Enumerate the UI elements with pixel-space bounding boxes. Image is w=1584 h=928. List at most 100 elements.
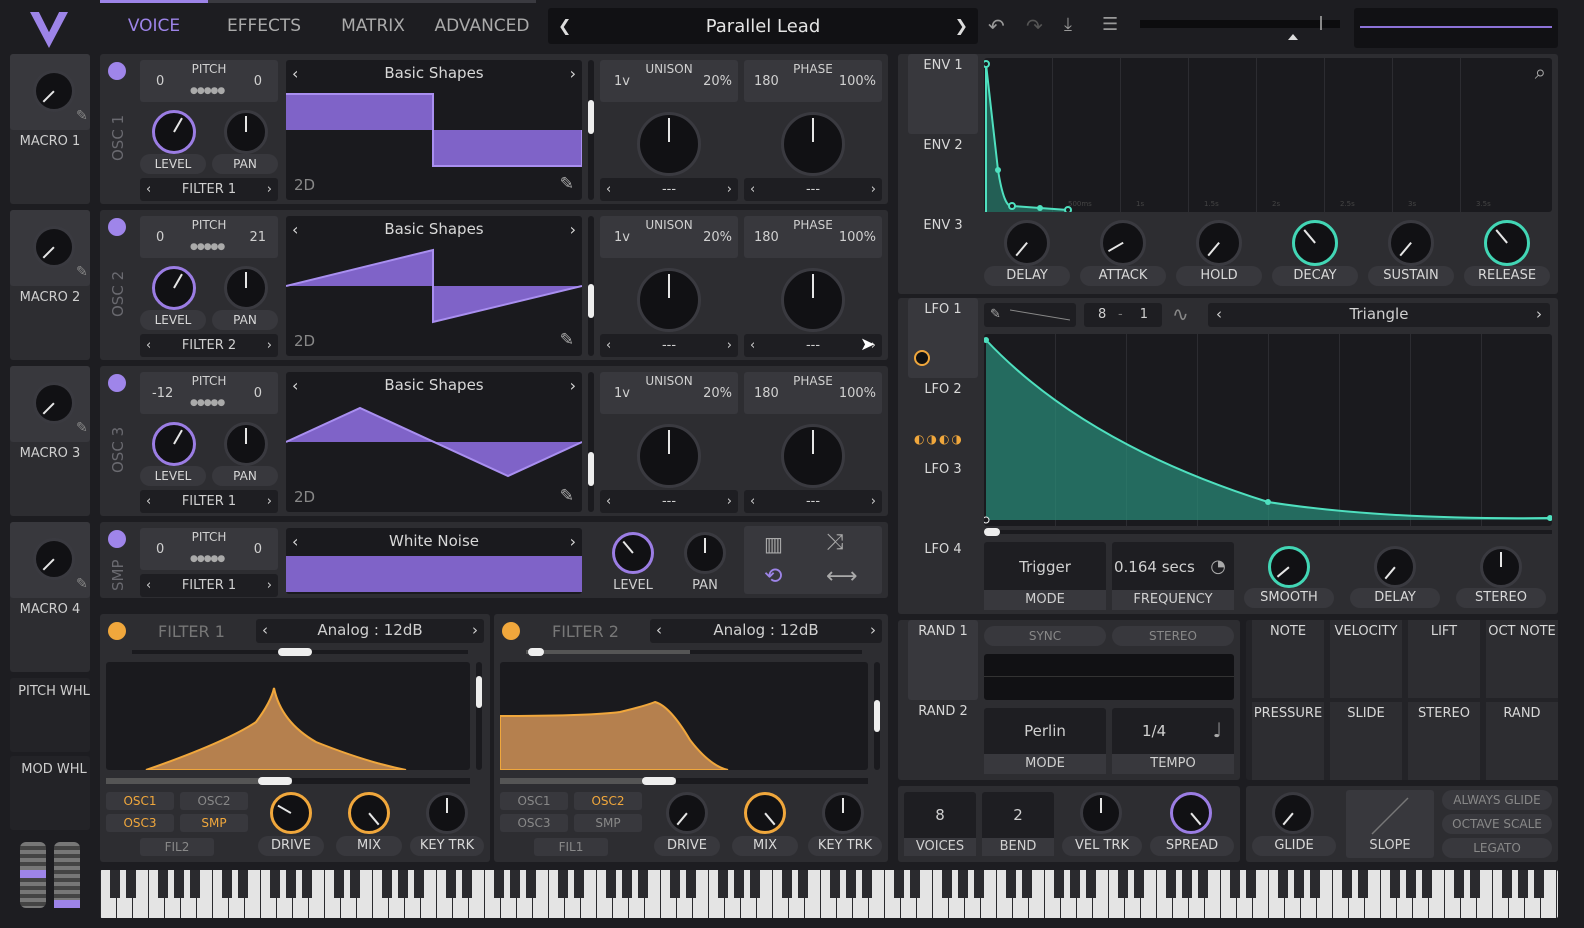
octave-scale-button[interactable]: OCTAVE SCALE	[1442, 814, 1552, 834]
sample-display[interactable]: ‹ White Noise ›	[286, 528, 582, 594]
osc-1-dist-select[interactable]: ‹ --- ›	[600, 178, 738, 201]
pencil-icon[interactable]: ✎	[76, 420, 88, 436]
chevron-left-icon[interactable]: ‹	[146, 574, 151, 597]
osc-1-frame-slider[interactable]	[588, 60, 594, 200]
sample-pitch[interactable]: PITCH 0 0 ●●●●●	[140, 528, 278, 570]
osc-2-level-knob[interactable]	[152, 266, 196, 310]
osc-3-filter-select[interactable]: ‹ FILTER 1 ›	[140, 490, 278, 513]
osc-1-unison-detune[interactable]: 20%	[703, 74, 732, 89]
chevron-left-icon[interactable]: ‹	[750, 178, 755, 201]
chevron-right-icon[interactable]: ›	[870, 619, 876, 642]
filter-2-route-fil1[interactable]: FIL1	[534, 838, 608, 856]
slope-control[interactable]: SLOPE	[1346, 790, 1434, 858]
filter-2-cutoff-slider[interactable]	[500, 777, 868, 785]
chevron-left-icon[interactable]: ‹	[606, 178, 611, 201]
filter-2-drive-knob[interactable]	[666, 792, 708, 834]
chevron-left-icon[interactable]: ‹	[656, 619, 662, 642]
sample-filter-select[interactable]: ‹ FILTER 1 ›	[140, 574, 278, 597]
osc-3-toggle[interactable]	[108, 374, 126, 392]
osc-1-pan-knob[interactable]	[224, 110, 268, 154]
chevron-left-icon[interactable]: ‹	[146, 490, 151, 513]
pitch-wheel[interactable]	[20, 842, 46, 908]
pencil-icon[interactable]: ✎	[560, 330, 574, 350]
chevron-right-icon[interactable]: ›	[267, 178, 272, 201]
chevron-left-icon[interactable]: ‹	[292, 532, 298, 551]
osc-3-transpose[interactable]: -12	[152, 386, 173, 401]
preset-selector[interactable]: ❮ Parallel Lead ❯	[548, 8, 978, 44]
zoom-icon[interactable]: ⌕	[1535, 60, 1546, 84]
chevron-left-icon[interactable]: ‹	[750, 490, 755, 513]
lfo-grid-y[interactable]: 1	[1140, 303, 1148, 326]
env-release-knob[interactable]	[1484, 220, 1530, 266]
osc-1-unison[interactable]: 1v UNISON 20%	[600, 60, 738, 102]
chevron-right-icon[interactable]: ›	[472, 619, 478, 642]
osc-2-pan-knob[interactable]	[224, 266, 268, 310]
chevron-left-icon[interactable]: ‹	[146, 334, 151, 357]
tempo-sync-icon[interactable]: ◔	[1210, 556, 1226, 577]
env-1-tab[interactable]: ENV 1	[908, 54, 978, 134]
chevron-left-icon[interactable]: ‹	[606, 490, 611, 513]
vel-trk-knob[interactable]	[1080, 792, 1122, 834]
osc-2-pitch[interactable]: PITCH 0 21 ●●●●●	[140, 216, 278, 258]
env-3-tab[interactable]: ENV 3	[908, 216, 978, 294]
osc-2-phase-random[interactable]: 100%	[839, 230, 876, 245]
lfo-1-tab[interactable]: LFO 1	[908, 298, 978, 378]
redo-icon[interactable]: ↷	[1026, 14, 1043, 38]
macro-4-knob[interactable]	[33, 538, 75, 580]
filter-1-mix-knob[interactable]	[348, 792, 390, 834]
chevron-left-icon[interactable]: ‹	[146, 178, 151, 201]
filter-2-blend-slider[interactable]	[526, 648, 862, 656]
osc-1-phase[interactable]: 180 PHASE 100%	[744, 60, 882, 102]
osc-2-distortion-knob[interactable]	[781, 268, 845, 332]
chevron-left-icon[interactable]: ‹	[292, 220, 298, 239]
macro-1[interactable]: ✎ MACRO 1	[10, 54, 90, 204]
save-icon[interactable]: ⤓	[1064, 14, 1072, 35]
bend-control[interactable]: 2 BEND	[982, 792, 1054, 856]
lfo-frequency[interactable]: 0.164 secs ◔ FREQUENCY	[1112, 542, 1234, 610]
keyboard-track-icon[interactable]: ▥	[764, 532, 783, 556]
loop-icon[interactable]: ⟲	[764, 564, 782, 589]
filter-1-src-osc2[interactable]: OSC2	[180, 792, 248, 810]
env-delay-knob[interactable]	[1004, 220, 1050, 266]
filter-1-toggle[interactable]	[108, 622, 126, 640]
lfo-delay-knob[interactable]	[1374, 546, 1416, 588]
osc-3-wavetable[interactable]: ‹ Basic Shapes › 2D ✎	[286, 372, 582, 512]
lfo-grid-size[interactable]: 8 - 1	[1084, 303, 1162, 327]
osc-1-toggle[interactable]	[108, 62, 126, 80]
osc-2-phase-value[interactable]: 180	[754, 230, 779, 245]
env-sustain-knob[interactable]	[1388, 220, 1434, 266]
preset-prev-button[interactable]: ❮	[558, 18, 571, 34]
filter-1-drive-knob[interactable]	[270, 792, 312, 834]
osc-3-frame-slider[interactable]	[588, 372, 594, 512]
chevron-right-icon[interactable]: ›	[267, 334, 272, 357]
osc-2-transpose[interactable]: 0	[156, 230, 164, 245]
osc-1-spread-knob[interactable]	[637, 112, 701, 176]
lfo-2-tab[interactable]: LFO 2 ◐◑◐◑	[908, 380, 978, 458]
filter-1-src-osc3[interactable]: OSC3	[106, 814, 174, 832]
macro-4[interactable]: ✎ MACRO 4	[10, 522, 90, 672]
voices-control[interactable]: 8 VOICES	[904, 792, 976, 856]
osc-2-dimension[interactable]: 2D	[294, 332, 315, 350]
rand-stereo-button[interactable]: STEREO	[1112, 626, 1234, 646]
osc-2-tune[interactable]: 21	[249, 230, 266, 245]
pencil-icon[interactable]: ✎	[76, 264, 88, 280]
osc-1-unison-voices[interactable]: 1v	[614, 74, 630, 89]
pencil-icon[interactable]: ✎	[990, 303, 1001, 326]
osc-3-unison-detune[interactable]: 20%	[703, 386, 732, 401]
tab-matrix[interactable]: MATRIX	[320, 16, 426, 36]
mod-source-oct-note[interactable]: OCT NOTE	[1486, 620, 1558, 698]
chevron-right-icon[interactable]: ›	[267, 574, 272, 597]
macro-1-knob[interactable]	[33, 70, 75, 112]
chevron-right-icon[interactable]: ›	[570, 64, 576, 83]
chevron-left-icon[interactable]: ‹	[292, 376, 298, 395]
mod-source-lift[interactable]: LIFT	[1408, 620, 1480, 698]
macro-3-knob[interactable]	[33, 382, 75, 424]
keyboard[interactable]	[100, 870, 1558, 918]
undo-icon[interactable]: ↶	[988, 14, 1005, 38]
filter-2-src-osc2[interactable]: OSC2	[574, 792, 642, 810]
lfo-mode[interactable]: Trigger MODE	[984, 542, 1106, 610]
env-attack-knob[interactable]	[1100, 220, 1146, 266]
osc-3-phase[interactable]: 180 PHASE 100%	[744, 372, 882, 414]
filter-2-src-osc1[interactable]: OSC1	[500, 792, 568, 810]
lfo-phase-slider[interactable]	[984, 528, 1552, 536]
